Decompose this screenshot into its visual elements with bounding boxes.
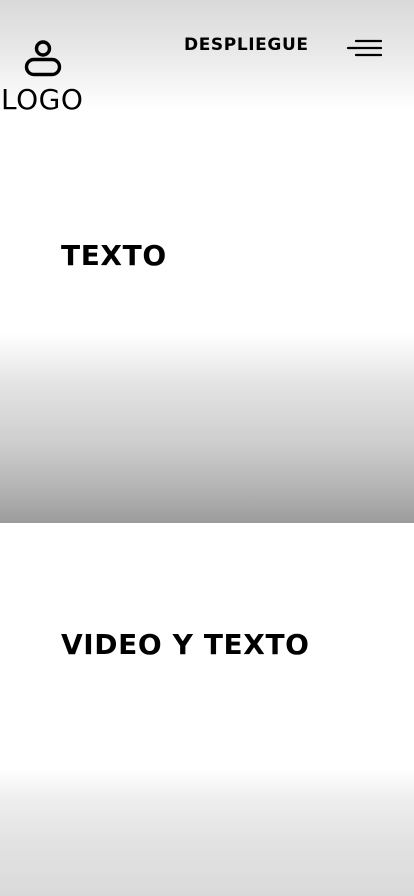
video-text-section: VIDEO Y TEXTO: [0, 523, 414, 896]
hero-section: TEXTO: [0, 110, 414, 523]
video-text-heading: VIDEO Y TEXTO: [61, 628, 310, 661]
user-icon[interactable]: [24, 39, 62, 79]
hamburger-menu-icon[interactable]: [346, 37, 382, 61]
site-header: LOGO DESPLIEGUE: [0, 0, 414, 114]
hero-text: TEXTO: [61, 239, 167, 272]
despliegue-link[interactable]: DESPLIEGUE: [184, 37, 309, 54]
